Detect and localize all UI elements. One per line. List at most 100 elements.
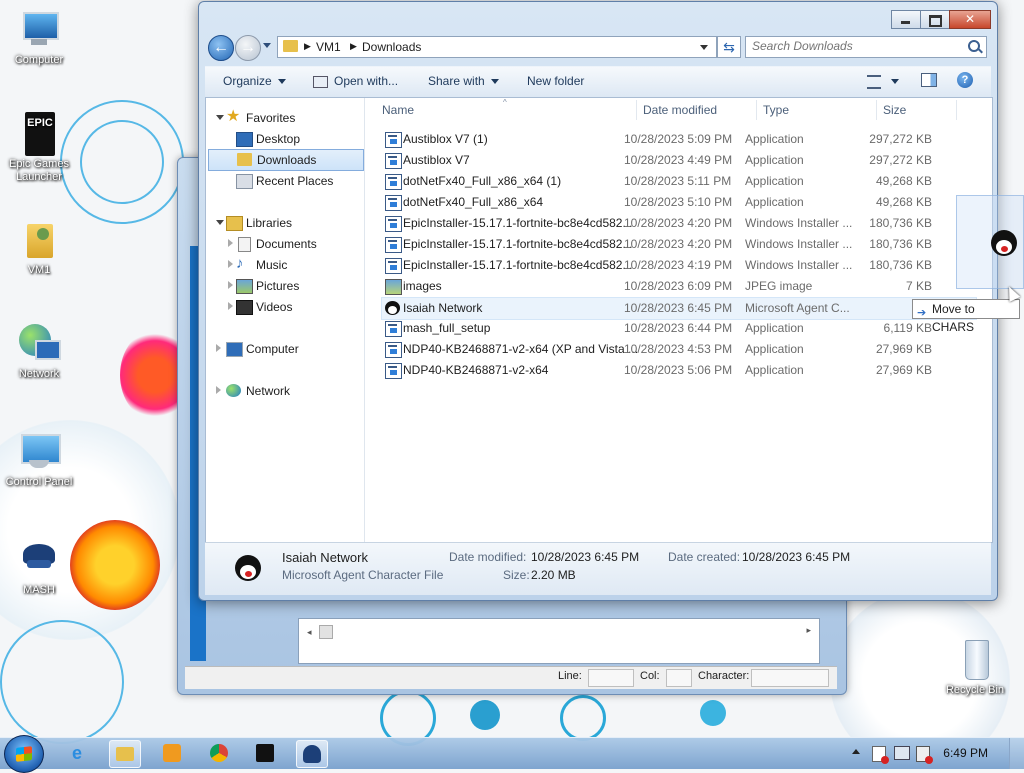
file-row[interactable]: dotNetFx40_Full_x86_x64 (1) 10/28/2023 5:… [382, 171, 976, 192]
file-row[interactable]: mash_full_setup 10/28/2023 6:44 PM Applica… [382, 318, 976, 339]
computer-icon [226, 342, 243, 357]
desktop-icon-label: VM1 [27, 264, 51, 276]
column-separator[interactable] [956, 100, 957, 120]
desktop-icon-network[interactable]: Network [1, 322, 77, 381]
file-name: Isaiah Network [403, 301, 483, 315]
show-desktop-button[interactable] [1009, 738, 1024, 769]
expand-arrow-icon[interactable] [216, 220, 224, 225]
taskbar-internet-explorer[interactable]: e [66, 740, 96, 766]
file-size: 49,268 KB [875, 195, 932, 209]
start-button[interactable] [4, 735, 44, 773]
preview-pane-button[interactable] [921, 73, 937, 90]
file-row[interactable]: EpicInstaller-15.17.1-fortnite-bc8e4cd58… [382, 255, 976, 276]
change-view-button[interactable] [867, 74, 899, 89]
maximize-button[interactable] [920, 10, 950, 29]
system-tray: 6:49 PM [844, 738, 1024, 769]
expand-arrow-icon[interactable] [216, 115, 224, 120]
file-row[interactable]: dotNetFx40_Full_x86_x64 10/28/2023 5:10 P… [382, 192, 976, 213]
file-date: 10/28/2023 5:10 PM [624, 195, 733, 209]
column-header-size[interactable]: Size [883, 98, 906, 122]
explorer-window[interactable]: ✕ ← → ▶ VM1 ▶ Downloads ⇆ Organize Open … [198, 1, 998, 601]
taskbar-chrome[interactable] [204, 740, 234, 766]
desktop-icon-epic-games-launcher[interactable]: EPIC Epic Games Launcher [1, 112, 77, 184]
file-type: Application [745, 195, 804, 209]
breadcrumb-downloads[interactable]: Downloads [362, 40, 421, 54]
new-folder-button[interactable]: New folder [527, 74, 584, 88]
desktop-icon-control-panel[interactable]: Control Panel [1, 430, 77, 489]
file-row[interactable]: NDP40-KB2468871-v2-x64 (XP and Vista ...… [382, 339, 976, 360]
column-separator[interactable] [756, 100, 757, 120]
file-size: 27,969 KB [875, 342, 932, 356]
collapsed-arrow-icon[interactable] [228, 239, 233, 247]
show-hidden-icons-button[interactable] [852, 749, 860, 754]
file-size: 180,736 KB [869, 258, 932, 272]
address-dropdown-icon[interactable] [700, 45, 708, 50]
file-row[interactable]: Isaiah Network 10/28/2023 6:45 PM Microsof… [381, 297, 977, 320]
chrome-icon [210, 744, 228, 762]
taskbar-epic-games[interactable] [250, 740, 280, 766]
collapsed-arrow-icon[interactable] [228, 281, 233, 289]
search-icon[interactable] [968, 40, 980, 52]
collapsed-arrow-icon[interactable] [216, 386, 221, 394]
collapsed-arrow-icon[interactable] [216, 344, 221, 352]
refresh-button[interactable]: ⇆ [717, 36, 741, 58]
nav-downloads[interactable]: Downloads [208, 149, 364, 171]
desktop-icon-recycle-bin[interactable]: Recycle Bin [937, 638, 1013, 697]
recent-pages-dropdown-icon[interactable] [263, 43, 271, 48]
minimize-button[interactable] [891, 10, 921, 29]
details-created-value: 10/28/2023 6:45 PM [742, 550, 851, 564]
column-separator[interactable] [876, 100, 877, 120]
column-header-type[interactable]: Type [763, 98, 789, 122]
network-status-icon[interactable] [894, 746, 910, 760]
desktop-icon-label: Network [18, 368, 60, 380]
column-separator[interactable] [636, 100, 637, 120]
details-created-label: Date created: [668, 550, 741, 564]
taskbar-clock[interactable]: 6:49 PM [943, 746, 988, 760]
organize-button[interactable]: Organize [223, 74, 286, 88]
close-button[interactable]: ✕ [949, 10, 991, 29]
file-size: 49,268 KB [875, 174, 932, 188]
file-row[interactable]: EpicInstaller-15.17.1-fortnite-bc8e4cd58… [382, 234, 976, 255]
file-list[interactable]: Name ^ Date modified Type Size Austiblox… [366, 98, 992, 542]
taskbar-file-explorer[interactable] [109, 740, 141, 768]
details-modified-label: Date modified: [449, 550, 527, 564]
file-name: mash_full_setup [403, 321, 491, 335]
open-with-button[interactable]: Open with... [313, 74, 398, 88]
file-row[interactable]: images 10/28/2023 6:09 PM JPEG image 7 KB [382, 276, 976, 297]
file-size: 27,969 KB [875, 363, 932, 377]
forward-button[interactable]: → [235, 35, 261, 61]
drag-tooltip: ➔ Move to CHARS [912, 299, 1020, 334]
breadcrumb-vm1[interactable]: VM1 [316, 40, 341, 54]
navigation-bar: ← → ▶ VM1 ▶ Downloads ⇆ [205, 33, 991, 61]
action-center-icon[interactable] [872, 746, 889, 764]
media-player-icon [163, 744, 181, 762]
taskbar-media-player[interactable] [157, 740, 187, 766]
details-size-label: Size: [503, 568, 530, 582]
file-date: 10/28/2023 4:49 PM [624, 153, 733, 167]
taskbar-mash[interactable] [296, 740, 328, 768]
share-with-button[interactable]: Share with [428, 74, 499, 88]
file-date: 10/28/2023 6:44 PM [624, 321, 733, 335]
column-header-name[interactable]: Name [382, 98, 414, 122]
file-row[interactable]: EpicInstaller-15.17.1-fortnite-bc8e4cd58… [382, 213, 976, 234]
file-row[interactable]: NDP40-KB2468871-v2-x64 10/28/2023 5:06 PM… [382, 360, 976, 381]
navigation-pane[interactable]: ★ Favorites Desktop Downloads Recent Pla… [206, 98, 365, 542]
desktop-icon-vm1[interactable]: VM1 [1, 218, 77, 277]
file-row[interactable]: Austiblox V7 10/28/2023 4:49 PM Applicatio… [382, 150, 976, 171]
back-button[interactable]: ← [208, 35, 234, 61]
collapsed-arrow-icon[interactable] [228, 260, 233, 268]
search-input[interactable] [746, 37, 957, 55]
volume-icon[interactable] [916, 746, 933, 764]
collapsed-arrow-icon[interactable] [228, 302, 233, 310]
desktop-icon-mash[interactable]: MASH [1, 538, 77, 597]
help-button[interactable]: ? [957, 72, 973, 88]
file-row[interactable]: Austiblox V7 (1) 10/28/2023 5:09 PM Applic… [382, 129, 976, 150]
editor-horizontal-scrollbar[interactable]: ◂ ▸ [298, 618, 820, 664]
column-header-date[interactable]: Date modified [643, 98, 717, 122]
desktop-icon-computer[interactable]: Computer [1, 8, 77, 67]
file-size: 180,736 KB [869, 237, 932, 251]
search-box[interactable] [745, 36, 987, 58]
col-label: Col: [640, 670, 660, 682]
address-bar[interactable]: ▶ VM1 ▶ Downloads [277, 36, 717, 58]
dropdown-arrow-icon [490, 79, 499, 85]
